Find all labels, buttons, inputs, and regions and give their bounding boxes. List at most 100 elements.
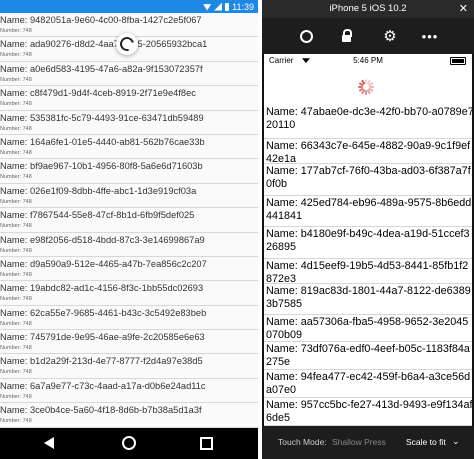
simulator-toolbar: ⚙ ••• <box>262 18 474 54</box>
power-button[interactable] <box>297 27 315 45</box>
item-name: Name: ada90276-d8d2-4aa7-a895-20565932bc… <box>0 39 208 50</box>
row-text: Name: 957cc5bc-fe27-413d-9493-e9f134af6d… <box>266 399 472 424</box>
close-icon[interactable]: ✕ <box>459 2 468 15</box>
item-name: Name: b1d2a29f-213d-4e77-8777-f2d4a97e38… <box>0 356 203 367</box>
battery-icon <box>450 57 466 65</box>
android-status-bar: 11:39 <box>0 0 258 13</box>
ios-status-time: 5:46 PM <box>353 56 383 65</box>
list-item[interactable]: Name: d9a590a9-512e-4465-a47b-7ea856c2c2… <box>0 257 258 282</box>
recents-icon <box>199 436 213 450</box>
item-name: Name: 026e1f09-8dbb-4ffe-abc1-1d3e919cf0… <box>0 185 197 196</box>
table-row[interactable]: Name: 73df076a-edf0-4eef-b05c-1183f84a27… <box>264 342 472 370</box>
list-item[interactable]: Name: 3ce0b4ce-5a60-4f18-8d6b-b7b38a5d1a… <box>0 403 258 428</box>
item-name: Name: a0e6d583-4195-47a6-a82a-9f15307235… <box>0 63 203 74</box>
list-item[interactable]: Name: 026e1f09-8dbb-4ffe-abc1-1d3e919cf0… <box>0 184 258 209</box>
simulator-title-bar: iPhone 5 iOS 10.2 ✕ <box>262 0 474 18</box>
lock-icon <box>341 34 351 42</box>
list-item[interactable]: Name: b1d2a29f-213d-4e77-8777-f2d4a97e38… <box>0 354 258 379</box>
table-row[interactable]: Name: 425ed784-eb96-489a-9575-8b6edd4418… <box>264 196 472 227</box>
item-number: Number: 748 <box>0 223 32 230</box>
item-number: Number: 748 <box>0 271 32 278</box>
item-number: Number: 748 <box>0 149 32 156</box>
item-number: Number: 748 <box>0 52 32 59</box>
list-item[interactable]: Name: 745791de-9e95-46ae-a9fe-2c20585e6e… <box>0 330 258 355</box>
table-row[interactable]: Name: 957cc5bc-fe27-413d-9493-e9f134af6d… <box>264 398 472 426</box>
table-row[interactable]: Name: 94fea477-ec42-459f-b6a4-a3ce56da07… <box>264 370 472 398</box>
table-row[interactable]: Name: b4180e9f-b49c-4dea-a19d-51ccef3268… <box>264 227 472 259</box>
chevron-down-icon[interactable]: ⌄ <box>452 436 460 447</box>
item-name: Name: 164a6fe1-01e5-4440-ab81-562b76cae3… <box>0 136 205 147</box>
more-button[interactable]: ••• <box>421 27 439 45</box>
item-number: Number: 748 <box>0 76 32 83</box>
home-icon <box>122 436 136 450</box>
table-row[interactable]: Name: 819ac83d-1801-44a7-8122-de63893b75… <box>264 284 472 315</box>
list-item[interactable]: Name: c8f479d1-9d4f-4ceb-8919-2f71e9e4f8… <box>0 86 258 111</box>
item-name: Name: 62ca55e7-9685-4461-b43c-3c5492e83b… <box>0 307 207 318</box>
more-icon: ••• <box>421 28 439 44</box>
item-name: Name: 745791de-9e95-46ae-a9fe-2c20585e6e… <box>0 332 205 343</box>
row-text: Name: b4180e9f-b49c-4dea-a19d-51ccef3268… <box>266 228 470 253</box>
item-name: Name: 3ce0b4ce-5a60-4f18-8d6b-b7b38a5d1a… <box>0 405 202 416</box>
ios-status-bar: Carrier 5:46 PM <box>264 54 472 66</box>
touch-mode-label: Touch Mode: <box>278 437 327 447</box>
item-name: Name: 19abdc82-ad1c-4156-8f3c-1bb55dc026… <box>0 283 204 294</box>
touch-mode-selector[interactable]: Shallow Press <box>332 437 386 447</box>
back-icon <box>44 437 54 449</box>
item-number: Number: 748 <box>0 369 32 376</box>
item-name: Name: 6a7a9e77-c73c-4aad-a17a-d0b6e24ad1… <box>0 380 206 391</box>
row-text: Name: 73df076a-edf0-4eef-b05c-1183f84a27… <box>266 343 470 368</box>
settings-button[interactable]: ⚙ <box>381 27 399 45</box>
item-name: Name: d9a590a9-512e-4465-a47b-7ea856c2c2… <box>0 258 207 269</box>
item-name: Name: bf9ae967-10b1-4956-80f8-5a6e6d7160… <box>0 161 203 172</box>
table-row[interactable]: Name: 4d15eef9-19b5-4d53-8441-85fb1f2872… <box>264 259 472 284</box>
row-text: Name: aa57306a-fba5-4958-9652-3e2045070b… <box>266 316 469 341</box>
item-number: Number: 748 <box>0 125 32 132</box>
list-item[interactable]: Name: f7867544-55e8-47cf-8b1d-6fb9f5def0… <box>0 208 258 233</box>
item-name: Name: 9482051a-9e60-4c00-8fba-1427c2e5f0… <box>0 15 202 25</box>
ios-simulator-window: iPhone 5 iOS 10.2 ✕ ⚙ ••• Carrier 5:46 P… <box>262 0 474 459</box>
item-number: Number: 748 <box>0 296 32 303</box>
list-item[interactable]: Name: e98f2056-d518-4bdd-87c3-3e14699867… <box>0 233 258 257</box>
list-item[interactable]: Name: 164a6fe1-01e5-4440-ab81-562b76cae3… <box>0 135 258 160</box>
recents-button[interactable] <box>198 435 214 451</box>
simulator-bottom-bar: Touch Mode: Shallow Press Scale to fit ⌄ <box>262 426 474 459</box>
signal-icon <box>214 2 223 11</box>
gear-icon: ⚙ <box>383 28 397 45</box>
wifi-icon <box>203 4 212 11</box>
item-number: Number: 748 <box>0 247 32 254</box>
row-text: Name: 177ab7cf-76f0-43ba-ad03-6f387a7f0f… <box>266 165 471 190</box>
list-item[interactable]: Name: 19abdc82-ad1c-4156-8f3c-1bb55dc026… <box>0 281 258 306</box>
row-text: Name: 425ed784-eb96-489a-9575-8b6edd4418… <box>266 197 472 222</box>
android-nav-bar <box>0 428 258 459</box>
item-number: Number: 748 <box>0 345 32 352</box>
item-number: Number: 748 <box>0 418 32 425</box>
back-button[interactable] <box>41 435 57 451</box>
table-row[interactable]: Name: 66343c7e-645e-4882-90a9-9c1f9ef42e… <box>264 139 472 164</box>
table-row[interactable]: Name: 47abae0e-dc3e-42f0-bb70-a0789e7201… <box>264 105 472 139</box>
row-text: Name: 4d15eef9-19b5-4d53-8441-85fb1f2872… <box>266 260 469 284</box>
simulator-title: iPhone 5 iOS 10.2 <box>329 3 407 14</box>
list-item[interactable]: Name: a0e6d583-4195-47a6-a82a-9f15307235… <box>0 62 258 87</box>
lock-button[interactable] <box>337 27 355 45</box>
refresh-icon <box>117 34 137 54</box>
list-item[interactable]: Name: 535381fc-5c79-4493-91ce-63471db594… <box>0 111 258 135</box>
item-number: Number: 748 <box>0 101 32 108</box>
android-list[interactable]: Name: 9482051a-9e60-4c00-8fba-1427c2e5f0… <box>0 13 258 428</box>
android-status-time: 11:39 <box>232 1 254 12</box>
scale-selector[interactable]: Scale to fit <box>406 437 446 447</box>
item-number: Number: 748 <box>0 320 32 327</box>
item-number: Number: 748 <box>0 198 32 205</box>
android-emulator: 11:39 Name: 9482051a-9e60-4c00-8fba-1427… <box>0 0 258 459</box>
list-item[interactable]: Name: bf9ae967-10b1-4956-80f8-5a6e6d7160… <box>0 159 258 184</box>
table-row[interactable]: Name: aa57306a-fba5-4958-9652-3e2045070b… <box>264 315 472 342</box>
activity-indicator-icon <box>358 79 374 95</box>
row-text: Name: 819ac83d-1801-44a7-8122-de63893b75… <box>266 285 471 310</box>
table-row[interactable]: Name: 177ab7cf-76f0-43ba-ad03-6f387a7f0f… <box>264 164 472 196</box>
home-button[interactable] <box>121 435 137 451</box>
item-name: Name: 535381fc-5c79-4493-91ce-63471db594… <box>0 112 204 123</box>
list-item[interactable]: Name: 6a7a9e77-c73c-4aad-a17a-d0b6e24ad1… <box>0 379 258 404</box>
item-number: Number: 748 <box>0 28 32 34</box>
ios-list[interactable]: Name: 47abae0e-dc3e-42f0-bb70-a0789e7201… <box>264 105 472 426</box>
power-icon <box>299 29 313 43</box>
list-item[interactable]: Name: 62ca55e7-9685-4461-b43c-3c5492e83b… <box>0 306 258 331</box>
